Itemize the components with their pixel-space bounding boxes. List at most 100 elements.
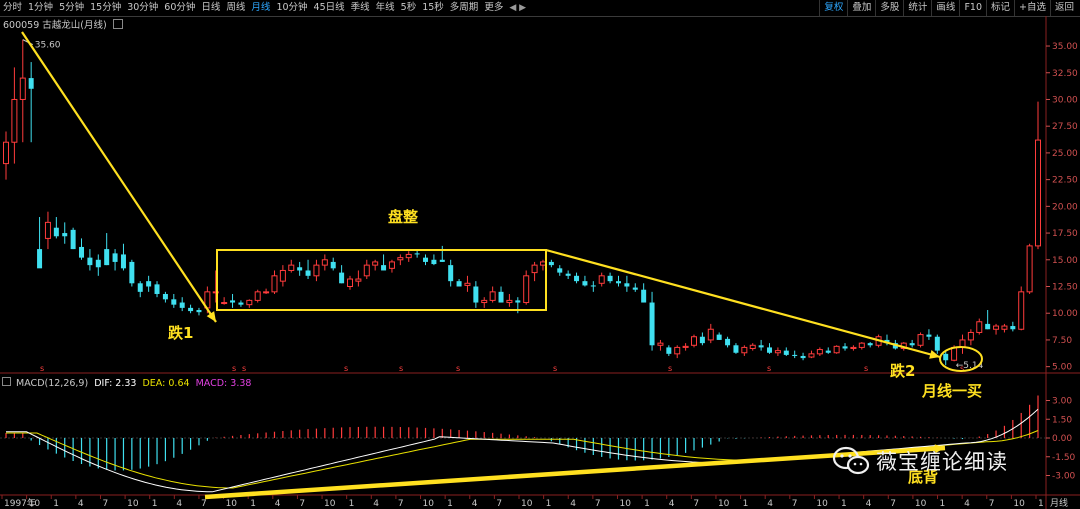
candle-body-56 (473, 286, 479, 303)
candle-body-23 (196, 310, 202, 313)
price-tick-label-11: 7.50 (1052, 336, 1072, 346)
time-label-14: 1 (349, 499, 355, 509)
candle-body-120 (1010, 326, 1016, 330)
monthly-buy-label: 月线一买 (921, 382, 982, 400)
candle-body-38 (321, 259, 328, 266)
candle-body-5 (44, 221, 51, 239)
time-label-42: 1 (1038, 499, 1044, 509)
time-label-19: 4 (472, 499, 478, 509)
candle-body-93 (783, 350, 789, 355)
s-marker-7: s (668, 364, 672, 373)
candle-body-51 (431, 259, 437, 265)
candle-body-117 (985, 323, 991, 330)
candle-body-37 (313, 264, 320, 277)
candle-body-48 (405, 253, 412, 259)
candle-body-62 (523, 275, 530, 304)
candle-body-12 (104, 249, 110, 266)
candle-body-67 (565, 273, 571, 276)
candle-body-123 (1035, 139, 1041, 247)
candle-body-122 (1026, 245, 1033, 293)
candle-body-1 (11, 98, 18, 143)
candle-body-110 (926, 334, 932, 337)
candle-body-21 (179, 302, 185, 308)
wechat-watermark: 薇宝缠论细读 (832, 446, 1008, 476)
candle-body-45 (381, 265, 387, 271)
time-label-27: 4 (669, 499, 675, 509)
candle-body-3 (28, 78, 34, 89)
candle-body-80 (674, 346, 681, 355)
time-label-18: 1 (447, 499, 453, 509)
price-tick-label-10: 10.00 (1052, 309, 1078, 319)
candle-body-98 (825, 350, 831, 353)
drop1-label: 跌1 (168, 324, 193, 342)
candle-body-30 (254, 291, 261, 301)
time-label-4: 7 (102, 499, 108, 509)
macd-tick-label-4: -3.00 (1052, 472, 1076, 482)
candle-body-19 (162, 293, 168, 300)
candle-body-69 (582, 281, 588, 286)
time-label-9: 10 (226, 499, 238, 509)
candle-body-13 (112, 253, 118, 262)
candle-body-35 (297, 267, 303, 271)
candle-body-108 (909, 343, 915, 346)
candle-body-70 (590, 285, 596, 287)
candle-body-40 (339, 272, 345, 284)
candle-body-6 (53, 227, 59, 237)
time-label-10: 1 (250, 499, 256, 509)
candle-body-121 (1018, 291, 1025, 330)
time-label-5: 10 (127, 499, 139, 509)
candle-body-72 (607, 275, 613, 282)
price-tick-label-6: 20.00 (1052, 202, 1078, 212)
price-tick-label-2: 30.00 (1052, 95, 1078, 105)
candle-body-7 (62, 233, 68, 237)
time-label-37: 10 (915, 499, 927, 509)
consolidation-label: 盘整 (388, 208, 418, 226)
candle-body-86 (725, 338, 731, 346)
candle-body-18 (154, 284, 160, 294)
price-tick-label-9: 12.50 (1052, 283, 1078, 293)
candle-body-90 (758, 345, 764, 348)
candle-body-2 (19, 77, 26, 100)
candle-body-0 (3, 141, 9, 165)
candle-body-78 (657, 342, 664, 346)
candle-body-11 (95, 259, 101, 268)
candle-body-84 (707, 328, 714, 341)
time-label-26: 1 (644, 499, 650, 509)
candle-body-27 (230, 300, 236, 303)
time-label-36: 7 (890, 499, 896, 509)
time-label-32: 7 (792, 499, 798, 509)
candle-body-111 (934, 336, 940, 351)
time-label-29: 10 (718, 499, 730, 509)
candle-body-68 (574, 275, 580, 282)
wechat-icon (832, 446, 870, 475)
price-tick-label-3: 27.50 (1052, 122, 1078, 132)
s-marker-5: s (456, 364, 460, 373)
candle-body-61 (515, 300, 521, 303)
time-label-6: 1 (152, 499, 158, 509)
candle-body-33 (279, 269, 286, 282)
candle-body-39 (330, 261, 336, 269)
drop1-arrow-arrowhead (206, 311, 216, 322)
candle-body-79 (666, 347, 672, 354)
price-tick-label-1: 32.50 (1052, 69, 1078, 79)
candle-body-41 (347, 278, 353, 287)
s-marker-3: s (344, 364, 348, 373)
kline-chart[interactable]: 35.0032.5030.0027.5025.0022.5020.0017.50… (0, 0, 1080, 509)
time-label-34: 1 (841, 499, 847, 509)
candle-body-9 (79, 246, 85, 258)
candle-body-10 (87, 257, 93, 266)
macd-tick-label-3: -1.50 (1052, 453, 1076, 463)
candle-body-109 (917, 334, 924, 346)
candle-body-101 (850, 346, 857, 349)
time-label-1: 10 (29, 499, 41, 509)
candle-body-46 (388, 261, 395, 269)
candle-body-26 (221, 302, 228, 305)
consolidation-box (216, 249, 547, 311)
time-label-17: 10 (423, 499, 435, 509)
time-label-12: 7 (299, 499, 305, 509)
candle-body-87 (733, 345, 739, 353)
macd-tick-label-2: 0.00 (1052, 434, 1072, 444)
s-marker-0: s (40, 364, 44, 373)
s-marker-4: s (399, 364, 403, 373)
candle-body-73 (615, 281, 621, 284)
